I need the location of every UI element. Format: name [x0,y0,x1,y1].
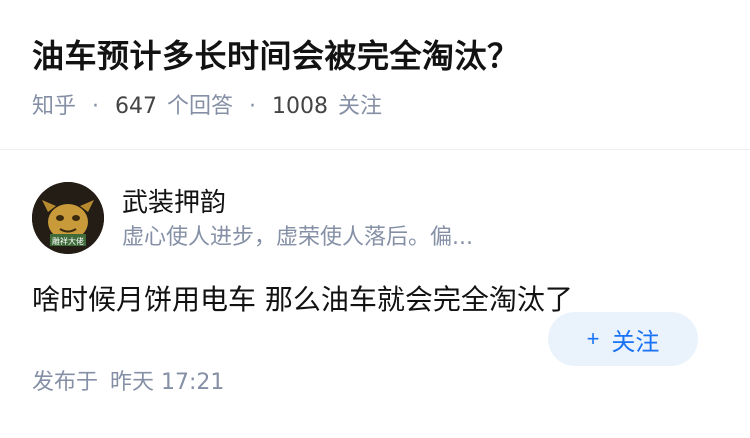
avatar-caption: 雕祥大佬 [52,236,84,246]
meta-separator: · [92,94,100,119]
published-time: 昨天 17:21 [110,370,225,395]
published-label: 发布于 [32,370,99,395]
question-meta: 知乎 · 647 个回答 · 1008 关注 [32,92,718,122]
followers-label: 关注 [338,94,383,119]
avatar[interactable]: 雕祥大佬 [32,182,104,254]
source-label[interactable]: 知乎 [32,92,76,122]
author-row: 雕祥大佬 武装押韵 虚心使人进步，虚荣使人落后。偏... [32,182,718,262]
answer-card: 雕祥大佬 武装押韵 虚心使人进步，虚荣使人落后。偏... + 关注 啥时候月饼用… [0,150,750,398]
answer-timestamp: 发布于 昨天 17:21 [32,368,718,398]
follow-label: 关注 [611,328,660,356]
author-bio: 虚心使人进步，虚荣使人落后。偏... [122,225,473,250]
avatar-image: 雕祥大佬 [32,182,104,254]
author-name[interactable]: 武装押韵 [122,186,532,220]
author-info: 武装押韵 虚心使人进步，虚荣使人落后。偏... [122,182,532,254]
follow-button[interactable]: + 关注 [548,312,698,366]
followers-count: 1008 [272,94,329,119]
answers-count[interactable]: 647 [115,92,157,122]
answers-label[interactable]: 个回答 [167,92,233,122]
plus-icon: + [586,326,600,351]
question-title[interactable]: 油车预计多长时间会被完全淘汰？ [32,32,718,80]
question-header: 油车预计多长时间会被完全淘汰？ 知乎 · 647 个回答 · 1008 关注 [0,0,750,150]
meta-separator: · [249,94,257,119]
